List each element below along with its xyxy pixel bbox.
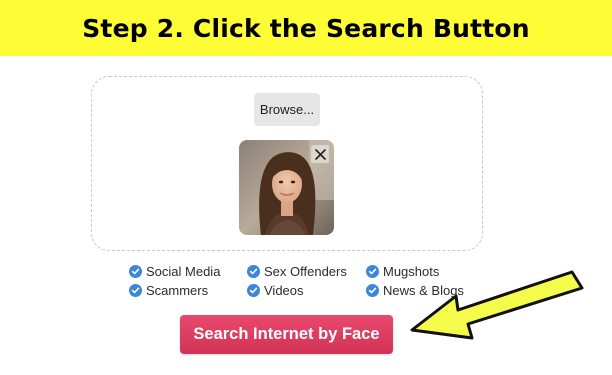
pointer-arrow-icon xyxy=(410,270,584,340)
check-circle-icon xyxy=(366,264,379,278)
check-circle-icon xyxy=(247,264,260,278)
feature-item: Sex Offenders xyxy=(247,262,347,280)
feature-label: Sex Offenders xyxy=(264,263,347,279)
feature-item: Scammers xyxy=(129,281,208,299)
check-circle-icon xyxy=(129,283,142,297)
feature-label: Social Media xyxy=(146,263,221,279)
step-banner: Step 2. Click the Search Button xyxy=(0,0,612,56)
check-circle-icon xyxy=(366,283,379,297)
search-internet-button[interactable]: Search Internet by Face xyxy=(180,315,393,354)
feature-label: Videos xyxy=(264,282,304,298)
check-circle-icon xyxy=(129,264,142,278)
browse-button[interactable]: Browse... xyxy=(254,93,320,126)
check-circle-icon xyxy=(247,283,260,297)
remove-photo-button[interactable] xyxy=(311,145,329,163)
feature-item: Videos xyxy=(247,281,304,299)
feature-item: Social Media xyxy=(129,262,220,280)
step-title: Step 2. Click the Search Button xyxy=(82,13,530,43)
feature-label: Scammers xyxy=(146,282,209,298)
close-icon xyxy=(314,148,326,160)
